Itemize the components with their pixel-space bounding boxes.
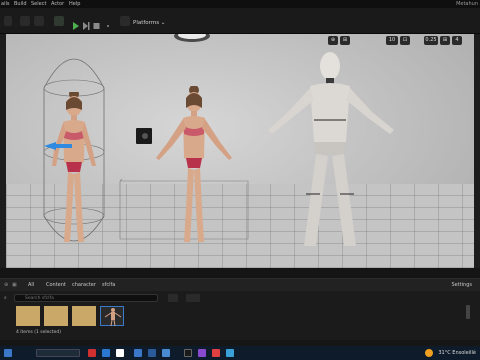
asset-search-input[interactable]: Search sfclfa: [14, 294, 158, 302]
start-icon[interactable]: [4, 349, 12, 357]
folder-icon: ▣: [12, 282, 17, 288]
character-preview-icon: [104, 308, 122, 327]
app2-icon[interactable]: [198, 349, 206, 357]
vp-speed-chip[interactable]: 4: [452, 36, 462, 45]
vp-grid-size-chip[interactable]: 10: [386, 36, 398, 45]
content-browser: ⊕ ▣ All Content character sfclfa Setting…: [0, 278, 480, 340]
blueprint-button[interactable]: [34, 16, 44, 26]
filter-button[interactable]: [168, 294, 178, 302]
vp-grid-chip[interactable]: ⊞: [340, 36, 350, 45]
mannequin-character[interactable]: [254, 50, 414, 250]
vp-camera-chip[interactable]: ⊞: [440, 36, 450, 45]
vp-transform-chip[interactable]: ⊕: [328, 36, 338, 45]
add-content-button[interactable]: [20, 16, 30, 26]
menu-item-actor[interactable]: Actor: [51, 0, 64, 8]
metahuman-character-left[interactable]: [44, 92, 106, 252]
photos-icon[interactable]: [162, 349, 170, 357]
window-title: Metahun: [456, 1, 478, 7]
taskbar-search-field[interactable]: [36, 349, 80, 357]
more-icon: [107, 25, 109, 27]
app-icon[interactable]: [116, 349, 124, 357]
weather-status[interactable]: 31°C Ensoleillé: [438, 349, 476, 357]
eject-button[interactable]: [104, 16, 112, 27]
breadcrumb-content[interactable]: Content: [46, 279, 66, 291]
edge-icon[interactable]: [102, 349, 110, 357]
asset-thumbnail-character[interactable]: [100, 306, 124, 327]
sequencer-button[interactable]: [54, 16, 64, 26]
main-toolbar: Platforms ⌄: [0, 8, 480, 34]
play-options-button[interactable]: [82, 16, 90, 30]
content-scrollbar[interactable]: [466, 305, 470, 319]
build-button[interactable]: [120, 16, 130, 26]
store-icon[interactable]: [148, 349, 156, 357]
breadcrumb-character[interactable]: character: [72, 279, 96, 291]
vp-rotation-chip[interactable]: ⊡: [400, 36, 410, 45]
unreal-engine-icon[interactable]: [184, 349, 192, 357]
settings-button[interactable]: Settings: [451, 279, 472, 291]
mode-button[interactable]: [4, 16, 12, 26]
folder-thumbnail-2[interactable]: [44, 306, 68, 326]
play-icon: [73, 22, 79, 30]
app4-icon[interactable]: [226, 349, 234, 357]
right-side-strip: [474, 34, 480, 268]
step-icon: [83, 22, 90, 30]
folder-thumbnail-1[interactable]: [16, 306, 40, 326]
app3-icon[interactable]: [212, 349, 220, 357]
stop-button[interactable]: [92, 16, 100, 29]
menu-item-select[interactable]: Select: [31, 0, 46, 8]
save-search-button[interactable]: [186, 294, 200, 302]
sun-icon: [425, 349, 433, 357]
menu-bar: ails Build Select Actor Help Metahun: [0, 0, 480, 8]
menu-item-help[interactable]: Help: [69, 0, 80, 8]
chrome-icon[interactable]: [88, 349, 96, 357]
menu-item-details[interactable]: ails: [1, 0, 9, 8]
viewport-toolbar: ⊕ ⊞ 10 ⊡ 0.25 ⊞ 4: [328, 36, 468, 46]
platforms-dropdown[interactable]: Platforms ⌄: [133, 20, 165, 26]
vp-scale-snap-chip[interactable]: 0.25: [424, 36, 438, 45]
search-icon: ⌕: [4, 295, 7, 301]
content-browser-path-bar: ⊕ ▣ All Content character sfclfa Setting…: [0, 279, 480, 291]
os-taskbar: 31°C Ensoleillé: [0, 346, 480, 360]
breadcrumb-all[interactable]: All: [28, 279, 34, 291]
breadcrumb-sfclfa[interactable]: sfclfa: [102, 279, 115, 291]
metahuman-character-middle[interactable]: [146, 86, 242, 250]
level-viewport[interactable]: ⊕ ⊞ 10 ⊡ 0.25 ⊞ 4: [6, 34, 474, 268]
stop-icon: [93, 23, 100, 29]
folder-thumbnail-3[interactable]: [72, 306, 96, 326]
items-count-label: 4 items (1 selected): [16, 330, 62, 335]
play-button[interactable]: [72, 16, 80, 30]
studio-light-icon: [174, 34, 210, 42]
files-icon[interactable]: [134, 349, 142, 357]
history-back-icon[interactable]: ⊕: [4, 279, 8, 291]
menu-item-build[interactable]: Build: [14, 0, 27, 8]
